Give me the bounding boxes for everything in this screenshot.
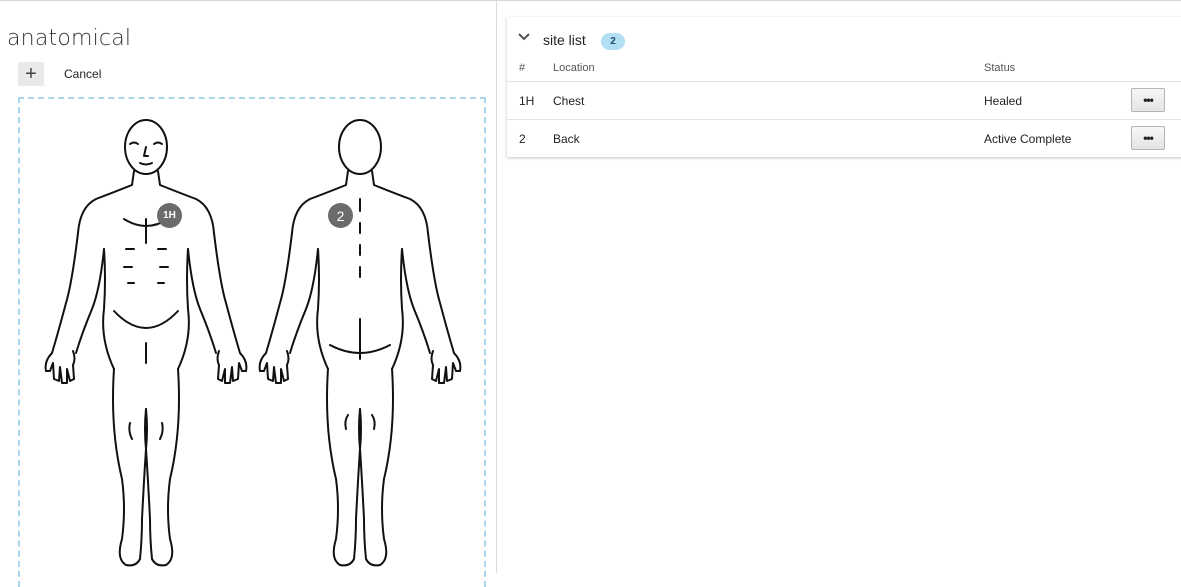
anatomical-panel: anatomical + Cancel 1H 2 — [0, 1, 497, 587]
site-list-title: site list — [543, 32, 586, 48]
body-outline-image — [44, 119, 462, 567]
site-marker-2[interactable]: 2 — [328, 203, 353, 228]
front-figure — [44, 119, 248, 567]
column-header-number: # — [519, 62, 526, 74]
panel-title: anatomical — [7, 26, 132, 51]
row-status: Healed — [984, 94, 1023, 108]
chevron-down-icon[interactable] — [517, 30, 531, 44]
add-site-button[interactable]: + — [18, 62, 44, 86]
column-header-location: Location — [553, 62, 595, 74]
back-figure — [258, 119, 462, 567]
row-status: Active Complete — [984, 132, 1072, 146]
table-row[interactable]: 2 Back Active Complete ••• — [507, 119, 1181, 157]
site-marker-1h[interactable]: 1H — [157, 203, 182, 228]
cancel-button[interactable]: Cancel — [64, 67, 101, 81]
body-diagram[interactable]: 1H 2 — [18, 97, 486, 587]
row-more-button[interactable]: ••• — [1131, 88, 1165, 112]
row-number: 2 — [519, 132, 526, 146]
row-number: 1H — [519, 94, 535, 108]
row-location: Chest — [553, 94, 585, 108]
row-location: Back — [553, 132, 580, 146]
site-list-header[interactable]: site list 2 — [507, 17, 1181, 57]
column-header-status: Status — [984, 62, 1016, 74]
site-count-badge: 2 — [601, 33, 625, 50]
site-list-card: site list 2 # Location Status 1H Chest H… — [507, 17, 1181, 157]
table-row[interactable]: 1H Chest Healed ••• — [507, 81, 1181, 119]
plus-icon: + — [25, 62, 37, 85]
row-more-button[interactable]: ••• — [1131, 126, 1165, 150]
